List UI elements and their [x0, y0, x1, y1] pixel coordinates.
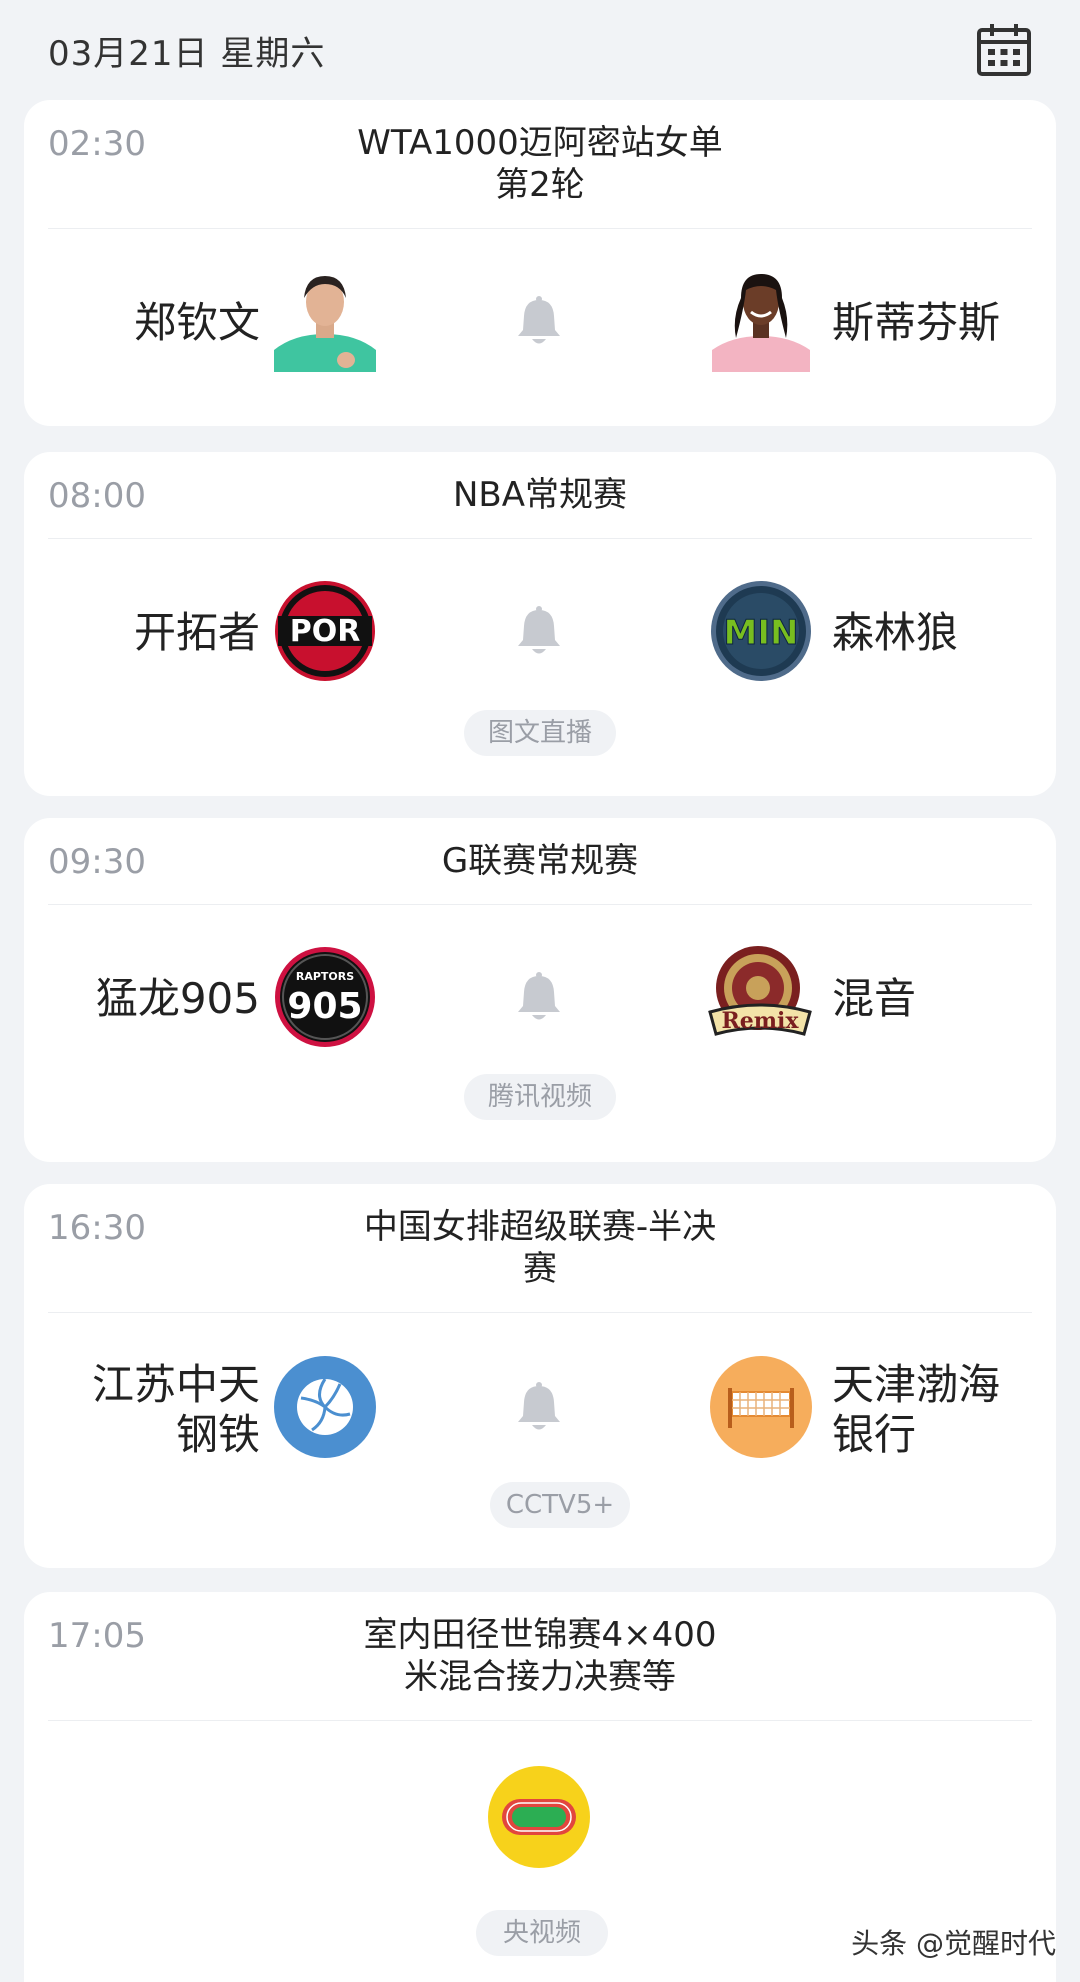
match-title-line: 第2轮 [495, 165, 585, 205]
match-title-line: 室内田径世锦赛4×400 [363, 1615, 717, 1655]
date-header: 03月21日 星期六 [0, 0, 1080, 100]
bell-icon[interactable] [515, 296, 563, 348]
match-card[interactable]: 16:30 中国女排超级联赛-半决 赛 江苏中天 钢铁 天津渤海 银行 CCTV… [24, 1184, 1056, 1568]
calendar-icon[interactable] [976, 22, 1032, 78]
team-name-line: 江苏中天 [91, 1360, 260, 1409]
away-team-name: 混音 [832, 974, 917, 1023]
match-title-line: 赛 [523, 1249, 557, 1289]
match-time: 17:05 [48, 1616, 146, 1656]
player-photo-home [274, 268, 376, 372]
volleyball-net-icon [710, 1356, 812, 1458]
match-time: 09:30 [48, 842, 146, 882]
channel-pill[interactable]: 图文直播 [464, 710, 616, 756]
team-name-line: 钢铁 [175, 1410, 260, 1459]
match-time: 02:30 [48, 124, 146, 164]
player-photo-away [710, 268, 812, 372]
match-title: G联赛常规赛 [441, 841, 639, 881]
logo-text: Remix [721, 1008, 799, 1034]
channel-pill[interactable]: 腾讯视频 [464, 1074, 616, 1120]
match-title: WTA1000迈阿密站女单 第2轮 [264, 122, 816, 206]
match-card[interactable]: 09:30 G联赛常规赛 猛龙905 RAPTORS 905 Remix 混音 … [24, 818, 1056, 1162]
match-title-line: 米混合接力决赛等 [404, 1657, 676, 1697]
away-team-name: 斯蒂芬斯 [832, 298, 1001, 347]
team-logo-away: Remix [708, 946, 812, 1036]
channel-pill[interactable]: CCTV5+ [490, 1482, 630, 1528]
away-team-name: 天津渤海 银行 [832, 1360, 1042, 1460]
match-title: 中国女排超级联赛-半决 赛 [264, 1206, 816, 1290]
bell-icon[interactable] [515, 1382, 563, 1434]
match-title: NBA常规赛 [452, 475, 628, 515]
match-card[interactable]: 08:00 NBA常规赛 开拓者 POR MIN 森林狼 图文直播 [24, 452, 1056, 796]
match-card[interactable]: 02:30 WTA1000迈阿密站女单 第2轮 郑钦文 斯蒂芬斯 [24, 100, 1056, 426]
match-title-line: 中国女排超级联赛-半决 [363, 1207, 717, 1247]
team-logo-home: POR [275, 581, 375, 681]
team-logo-home: RAPTORS 905 [275, 947, 375, 1047]
home-team-name: 江苏中天 钢铁 [60, 1360, 260, 1460]
match-time: 16:30 [48, 1208, 146, 1248]
watermark: 头条 @觉醒时代 [851, 1927, 1056, 1960]
volleyball-icon [274, 1356, 376, 1458]
logo-text: 905 [287, 986, 362, 1027]
divider [48, 1312, 1032, 1313]
match-title: 室内田径世锦赛4×400 米混合接力决赛等 [264, 1614, 816, 1698]
team-name-line: 天津渤海 [832, 1360, 1001, 1409]
bell-icon[interactable] [515, 972, 563, 1024]
bell-icon[interactable] [515, 606, 563, 658]
logo-subtext: RAPTORS [296, 970, 354, 983]
match-title-line: WTA1000迈阿密站女单 [357, 123, 723, 163]
divider [48, 904, 1032, 905]
divider [48, 1720, 1032, 1721]
logo-text: MIN [724, 613, 799, 653]
home-team-name: 猛龙905 [95, 974, 260, 1023]
home-team-name: 郑钦文 [133, 298, 260, 347]
divider [48, 538, 1032, 539]
divider [48, 228, 1032, 229]
away-team-name: 森林狼 [832, 608, 959, 657]
logo-text: POR [290, 614, 361, 649]
athletics-track-icon [488, 1766, 590, 1868]
channel-pill[interactable]: 央视频 [476, 1910, 608, 1956]
match-time: 08:00 [48, 476, 146, 516]
team-logo-away: MIN [711, 581, 811, 681]
date-label: 03月21日 星期六 [48, 34, 326, 74]
team-name-line: 银行 [832, 1410, 917, 1459]
home-team-name: 开拓者 [133, 608, 260, 657]
